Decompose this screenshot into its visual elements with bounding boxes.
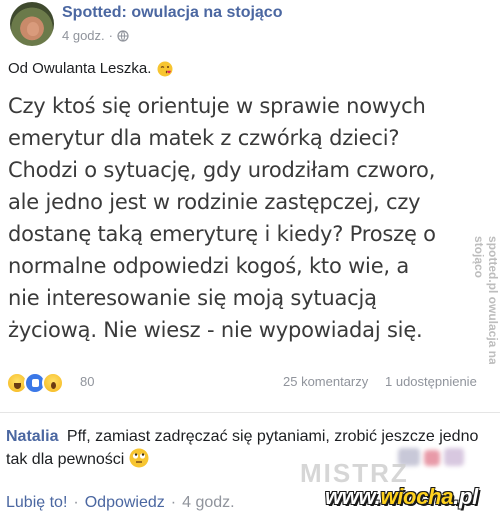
reactions-bar: 80 25 komentarzy 1 udostępnienie xyxy=(0,370,500,396)
image-text-line: życiową. Nie wiesz - nie wypowiadaj się. xyxy=(8,318,423,342)
comments-count-link[interactable]: 25 komentarzy xyxy=(283,374,368,389)
image-text-block: Czy ktoś się orientuje w sprawie nowych … xyxy=(8,90,476,346)
image-text-line: dostanę taką emeryturę i kiedy? Proszę o xyxy=(8,222,436,246)
comment-like-link[interactable]: Lubię to! xyxy=(6,494,67,512)
comment-author-link[interactable]: Natalia xyxy=(6,428,58,445)
action-separator: · xyxy=(170,494,177,511)
meta-separator: · xyxy=(108,28,113,43)
image-text-line: emerytur dla matek z czwórką dzieci? xyxy=(8,126,400,150)
blurred-sticker xyxy=(444,448,464,466)
image-text-line: Czy ktoś się orientuje w sprawie nowych xyxy=(8,94,426,118)
wiocha-suffix: .pl xyxy=(453,484,478,509)
post-text: Od Owulanta Leszka. xyxy=(8,60,173,77)
post-text-content: Od Owulanta Leszka. xyxy=(8,60,152,77)
post-image[interactable]: Czy ktoś się orientuje w sprawie nowych … xyxy=(0,86,500,364)
blurred-sticker xyxy=(424,450,440,466)
action-separator: · xyxy=(73,494,79,511)
comment: Natalia Pff, zamiast zadręczać się pytan… xyxy=(6,426,494,471)
divider xyxy=(0,412,500,413)
wiocha-watermark: www.wiocha.pl xyxy=(325,484,478,510)
comment-actions: Lubię to! · Odpowiedz · 4 godz. xyxy=(6,494,235,512)
rolling-eyes-icon xyxy=(129,448,149,468)
post-meta: 4 godz. · xyxy=(62,28,129,43)
shares-count-link[interactable]: 1 udostępnienie xyxy=(385,374,477,389)
post-header: Spotted: owulacja na stojąco 4 godz. · xyxy=(8,0,492,56)
wink-kiss-emoji-icon xyxy=(157,61,173,76)
wiocha-name: wiocha xyxy=(380,484,454,509)
wiocha-prefix: www. xyxy=(325,484,381,509)
reaction-count[interactable]: 80 xyxy=(80,374,94,389)
comment-time[interactable]: 4 godz. xyxy=(182,494,234,512)
globe-icon xyxy=(117,29,129,42)
reaction-icons[interactable] xyxy=(6,372,64,394)
comment-reply-link[interactable]: Odpowiedz xyxy=(85,494,165,512)
image-text-line: Chodzi o sytuację, gdy urodziłam czworo, xyxy=(8,158,436,182)
post-time[interactable]: 4 godz. xyxy=(62,28,105,43)
image-text-line: ale jedno jest w rodzinie zastępczej, cz… xyxy=(8,190,421,214)
page-avatar[interactable] xyxy=(10,2,54,46)
page-name-link[interactable]: Spotted: owulacja na stojąco xyxy=(62,4,282,22)
wow-icon xyxy=(42,372,64,394)
image-text-line: nie interesowanie się moją sytuacją xyxy=(8,286,377,310)
image-text-line: normalne odpowiedzi kogoś, kto wie, a xyxy=(8,254,410,278)
image-watermark: spotted.pl owulacja na stojąco xyxy=(472,236,500,364)
